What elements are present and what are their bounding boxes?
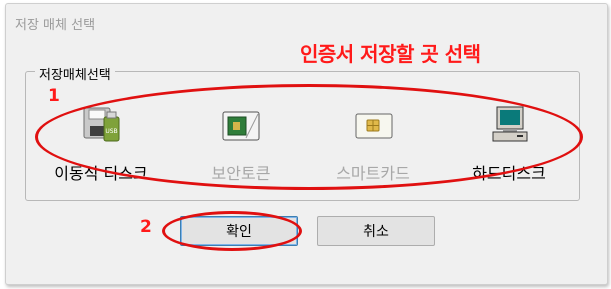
dialog-title: 저장 매체 선택: [15, 18, 96, 33]
cancel-button[interactable]: 취소: [317, 216, 435, 246]
annotation-step-2: 2: [140, 217, 152, 237]
media-group-label: 저장매체선택: [35, 64, 115, 83]
annotation-ellipse-media: [35, 84, 583, 190]
annotation-ellipse-ok: [162, 211, 302, 251]
annotation-title: 인증서 저장할 곳 선택: [300, 42, 481, 66]
